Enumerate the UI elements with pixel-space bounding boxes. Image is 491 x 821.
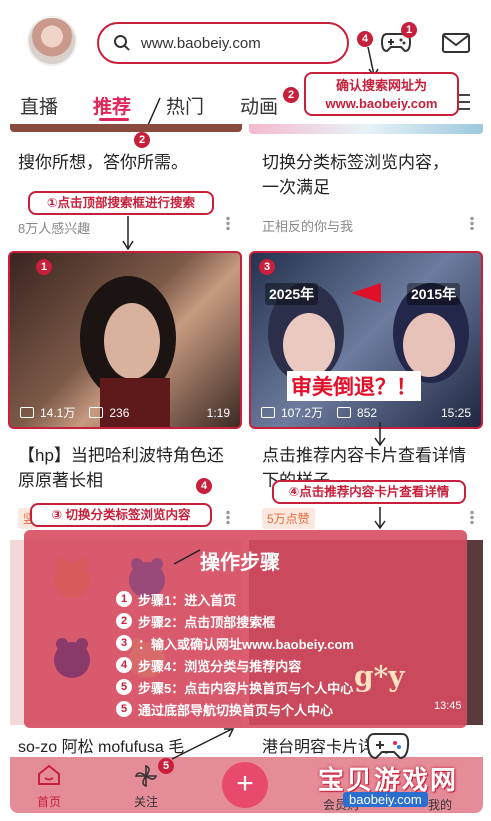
annotation-badge-2: 2 xyxy=(283,87,299,103)
annotation-badge: 1 xyxy=(36,259,52,275)
card-meta: 正相反的你与我 xyxy=(262,219,354,234)
year-label-left: 2025年 xyxy=(265,283,319,305)
feed-card[interactable]: 切换分类标签浏览内容， 一次满足 xyxy=(262,150,477,200)
play-count-icon xyxy=(261,407,275,418)
danmaku-count: 236 xyxy=(109,405,130,420)
nav-home[interactable]: 首页 xyxy=(37,793,61,810)
more-options-icon[interactable] xyxy=(226,510,230,524)
duration: 1:19 xyxy=(206,405,230,420)
pinwheel-icon[interactable] xyxy=(134,764,158,788)
danmaku-icon xyxy=(89,407,104,418)
feed-card[interactable]: 搜你所想，答你所需。 xyxy=(18,150,252,175)
watermark-url: baobeiy.com xyxy=(343,792,428,807)
annotation-badge: 4 xyxy=(196,478,212,494)
card-title: 切换分类标签浏览内容， 一次满足 xyxy=(262,153,449,197)
portrait-illustration xyxy=(268,283,469,383)
home-icon[interactable] xyxy=(37,764,61,786)
annotation-badge-1: 1 xyxy=(401,22,417,38)
callout-confirm-url: 确认搜索网址为 www.baobeiy.com xyxy=(304,72,459,116)
nav-follow[interactable]: 关注 xyxy=(134,793,158,810)
annotation-arrow xyxy=(374,422,386,447)
image-edge xyxy=(249,124,483,134)
step-item: 3 ：输入或确认网址www.baobeiy.com xyxy=(116,632,354,654)
more-options-icon[interactable] xyxy=(470,216,474,230)
step-item: 1 步骤1：进入首页 xyxy=(116,588,354,610)
callout-search-tip: ①点击顶部搜索框进行搜索 xyxy=(28,191,214,215)
video-thumbnail[interactable]: 1 14.1万 236 1:19 xyxy=(8,251,242,429)
card-meta: 8万人感兴趣 xyxy=(18,221,91,236)
danmaku-icon xyxy=(337,407,352,418)
search-icon xyxy=(114,35,130,51)
tab-live[interactable]: 直播 xyxy=(20,92,58,119)
play-count-icon xyxy=(20,407,34,418)
step-item: 5 步骤5：点击内容片换首页与个人中心 xyxy=(116,676,354,698)
tab-hot[interactable]: 热门 xyxy=(166,92,204,119)
video-stats: 107.2万 852 15:25 xyxy=(261,404,471,421)
year-label-right: 2015年 xyxy=(407,283,461,305)
more-options-icon[interactable] xyxy=(226,216,230,230)
overlay-caption: 审美倒退？！ xyxy=(287,371,421,401)
portrait-illustration xyxy=(80,276,176,427)
view-count: 107.2万 xyxy=(281,406,324,420)
add-button[interactable]: + xyxy=(222,762,268,808)
step-item: 2 步骤2：点击顶部搜索框 xyxy=(116,610,354,632)
nav-mine[interactable]: 我的 xyxy=(428,796,452,813)
active-tab-indicator xyxy=(99,118,129,121)
avatar[interactable] xyxy=(27,16,77,66)
annotation-arrow xyxy=(173,549,201,565)
video-stats: 14.1万 236 1:19 xyxy=(20,404,230,421)
step-item: 4 步骤4：浏览分类与推荐内容 xyxy=(116,654,354,676)
more-options-icon[interactable] xyxy=(470,510,474,524)
steps-panel: g*y 13:45 操作步骤 1 步骤1：进入首页 2 步骤2：点击顶部搜索框 3：… xyxy=(24,530,467,728)
annotation-badge: 3 xyxy=(259,259,275,275)
image-edge xyxy=(10,124,242,132)
watermark-gamepad-logo xyxy=(366,733,410,760)
view-count: 14.1万 xyxy=(40,406,76,420)
annotation-badge-2b: 2 xyxy=(134,132,150,148)
tab-anime[interactable]: 动画 xyxy=(240,92,278,119)
callout-card-tip: ④点击推荐内容卡片查看详情 xyxy=(272,480,466,504)
annotation-arrow xyxy=(171,728,235,760)
mail-icon[interactable] xyxy=(442,33,470,53)
search-input[interactable]: www.baobeiy.com xyxy=(141,35,261,52)
tab-recommend[interactable]: 推荐 xyxy=(93,92,131,119)
card-title: 搜你所想，答你所需。 xyxy=(18,153,188,172)
step-item: 5 通过底部导航切换首页与个人中心 xyxy=(116,698,354,720)
steps-title: 操作步骤 xyxy=(200,552,280,574)
behind-caption: g*y xyxy=(354,660,405,693)
steps-list: 1 步骤1：进入首页 2 步骤2：点击顶部搜索框 3 ：输入或确认网址www.baob… xyxy=(116,588,354,720)
video-thumbnail[interactable]: 3 2025年 2015年 审美倒退？！ 107.2万 852 15:25 xyxy=(249,251,483,429)
callout-tabs-tip: ③ 切换分类标签浏览内容 xyxy=(30,503,212,527)
annotation-arrow xyxy=(122,216,134,251)
duration: 15:25 xyxy=(440,405,471,420)
behind-duration: 13:45 xyxy=(434,700,462,712)
danmaku-count: 852 xyxy=(357,405,378,420)
card-tag: 5万点赞 xyxy=(262,508,315,529)
